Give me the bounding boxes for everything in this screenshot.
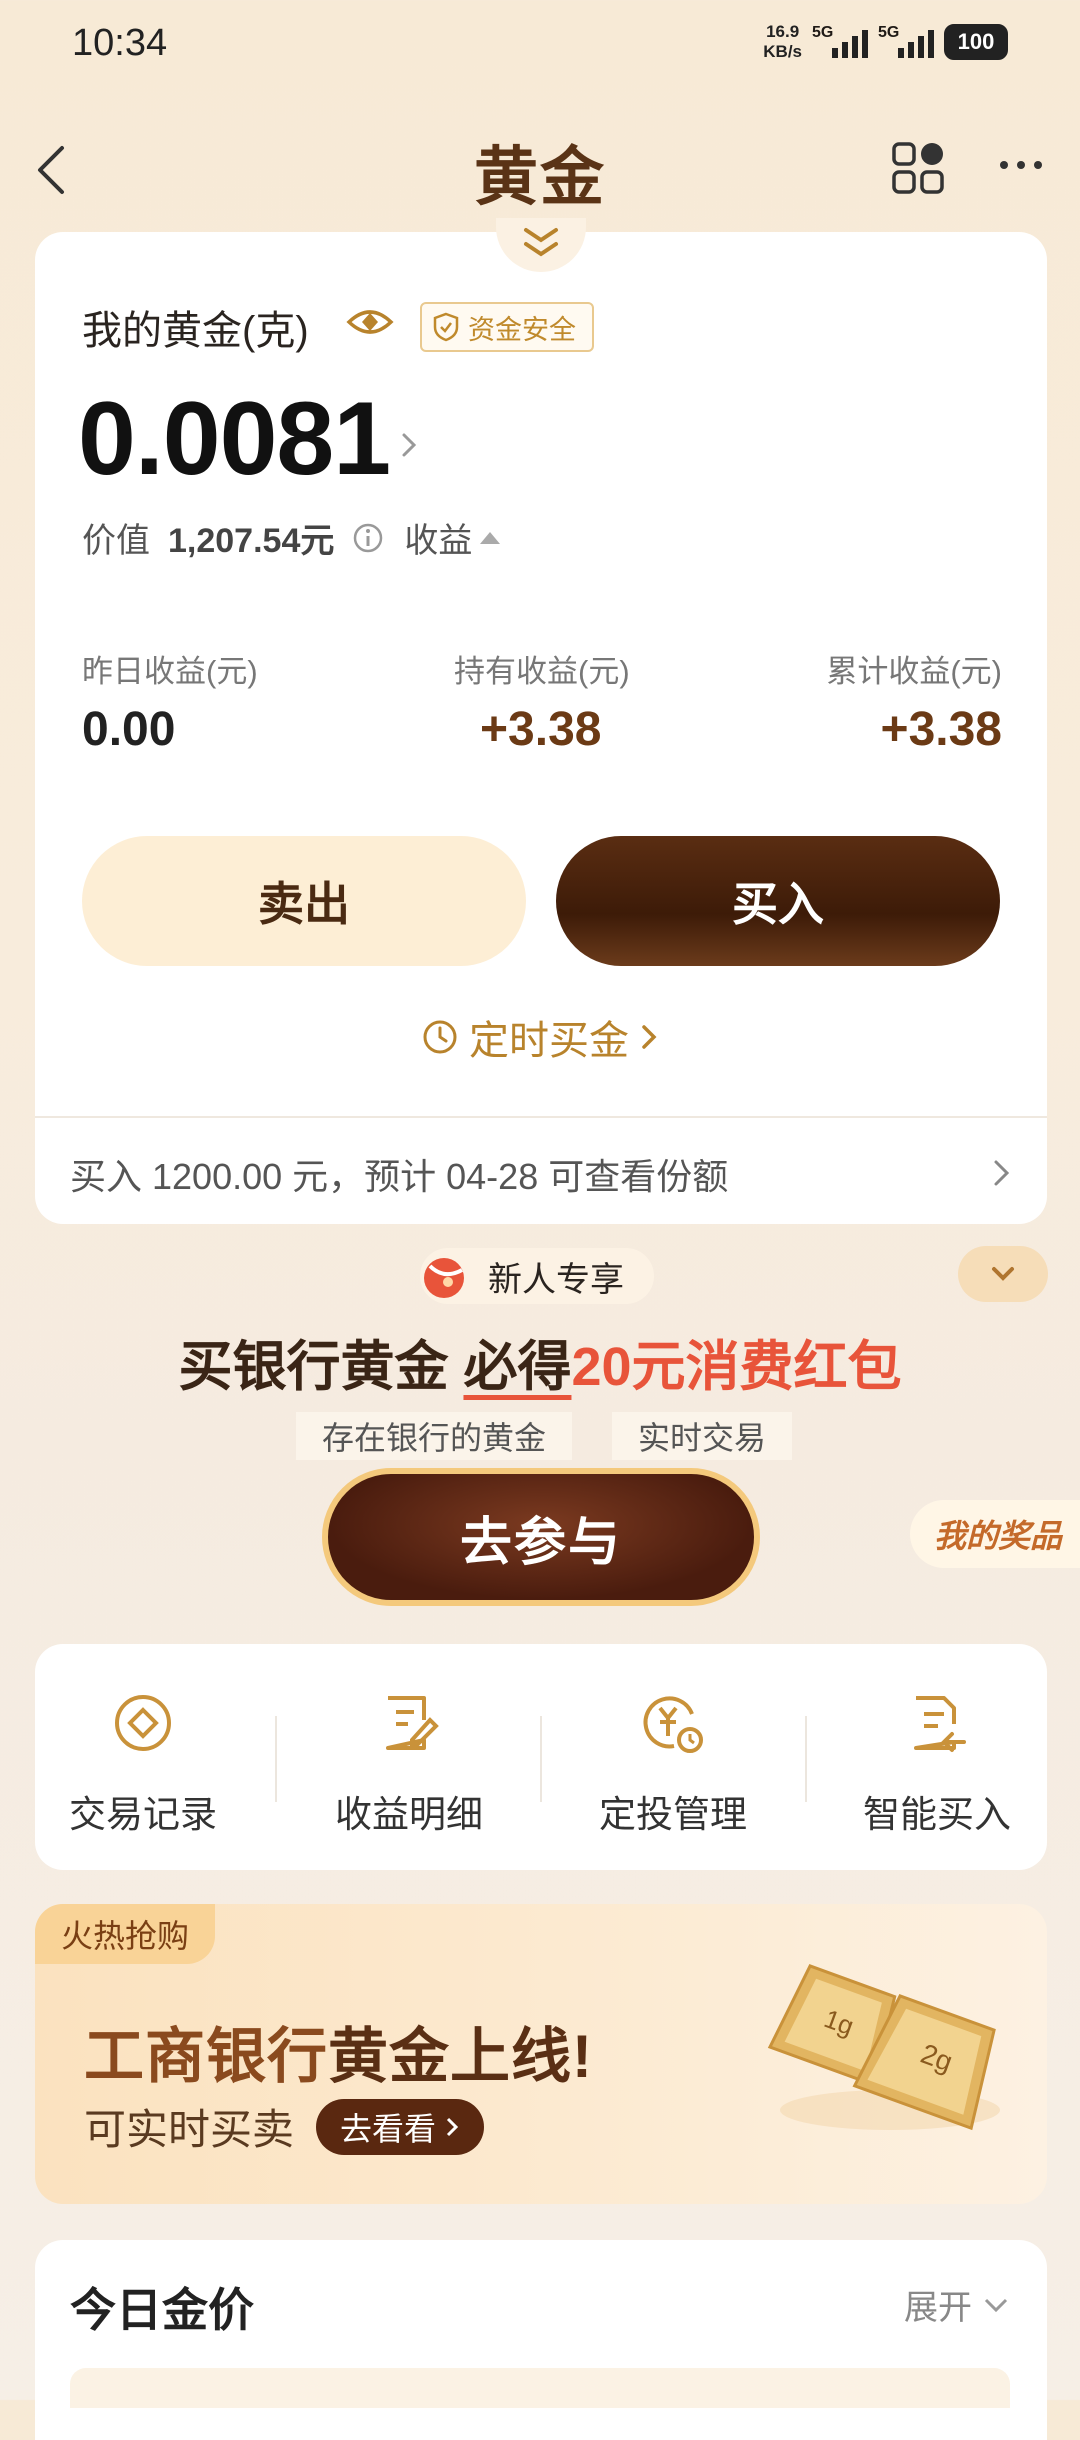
eye-icon[interactable] <box>346 302 394 342</box>
sell-button[interactable]: 卖出 <box>82 836 526 966</box>
timed-buy-link[interactable]: 定时买金 <box>0 1008 1080 1066</box>
expand-label: 展开 <box>904 2289 972 2327</box>
net-speed-value: 16.9 <box>766 22 800 41</box>
quick-action-label: 交易记录 <box>69 1794 217 1835</box>
join-button[interactable]: 去参与 <box>322 1468 760 1606</box>
promo-collapse-button[interactable] <box>958 1246 1048 1302</box>
quick-action-smart-buy[interactable]: 智能买入 <box>822 1690 1052 1838</box>
earnings-toggle[interactable]: 收益 <box>404 513 472 562</box>
banner-subtitle-row: 可实时买卖 去看看 <box>84 2096 485 2157</box>
chevron-right-icon <box>446 2117 459 2136</box>
total-earnings-label: 累计收益(元) <box>826 654 1002 689</box>
info-icon[interactable] <box>352 522 384 554</box>
timed-buy-label: 定时买金 <box>469 1019 629 1063</box>
chevron-right-icon <box>642 1025 657 1049</box>
total-earnings-value: +3.38 <box>880 703 1002 756</box>
banner-title-part1: 工商银行 <box>84 2023 328 2090</box>
promo-tag-bank-gold: 存在银行的黄金 <box>296 1412 573 1460</box>
yesterday-earnings-label: 昨日收益(元) <box>82 654 258 689</box>
quick-action-plan-management[interactable]: 定投管理 <box>558 1690 788 1838</box>
promo-headline-part2: 必得 <box>463 1337 572 1397</box>
fund-safety-badge[interactable]: 资金安全 <box>420 302 594 352</box>
hot-sale-tag: 火热抢购 <box>35 1904 216 1964</box>
more-icon[interactable] <box>996 150 1046 180</box>
promo-headline-part1: 买银行黄金 <box>178 1337 464 1397</box>
value-amount: 1,207.54元 <box>168 522 335 560</box>
sim1-label: 5G <box>812 24 834 41</box>
chevron-right-icon[interactable] <box>990 1152 1014 1194</box>
promo-headline-part3: 20元消费红包 <box>571 1337 902 1397</box>
shield-check-icon <box>433 312 459 342</box>
today-price-title: 今日金价 <box>70 2284 254 2336</box>
gold-bars-image: 1g 2g <box>767 1964 1000 2131</box>
collapse-toggle[interactable] <box>496 218 586 272</box>
holding-earnings-label: 持有收益(元) <box>454 654 630 689</box>
signal-icon-2: 5G <box>878 24 934 58</box>
pending-order-text[interactable]: 买入 1200.00 元，预计 04-28 可查看份额 <box>70 1148 728 1200</box>
net-speed-unit: KB/s <box>763 42 802 61</box>
document-return-icon <box>914 1696 966 1752</box>
banner-title-part2: 黄金上线! <box>328 2023 593 2090</box>
price-row-peek <box>70 2368 1010 2408</box>
quick-action-transaction-records[interactable]: 交易记录 <box>28 1690 258 1838</box>
card-divider <box>35 1116 1047 1118</box>
triangle-up-icon[interactable] <box>480 531 501 544</box>
expand-button[interactable]: 展开 <box>904 2280 1010 2329</box>
battery-icon: 100 <box>944 24 1008 60</box>
chevron-down-icon <box>992 1267 1014 1281</box>
value-label: 价值 <box>82 522 150 560</box>
chevron-down-icon <box>984 2298 1008 2312</box>
network-speed: 16.9 KB/s <box>763 22 802 62</box>
fund-safety-label: 资金安全 <box>468 314 576 345</box>
signal-icon-1: 5G <box>812 24 868 58</box>
red-envelope-icon <box>424 1258 464 1298</box>
separator <box>805 1716 807 1802</box>
yesterday-earnings-value: 0.00 <box>82 703 176 756</box>
promo-tag-realtime: 实时交易 <box>612 1412 793 1460</box>
separator <box>540 1716 542 1802</box>
banner-title: 工商银行黄金上线! <box>84 2008 593 2095</box>
buy-button[interactable]: 买入 <box>556 836 1000 966</box>
quick-action-label: 定投管理 <box>599 1794 747 1835</box>
my-prizes-button[interactable]: 我的奖品 <box>910 1500 1080 1568</box>
holding-earnings-value: +3.38 <box>480 703 602 756</box>
separator <box>275 1716 277 1802</box>
quick-action-label: 智能买入 <box>863 1794 1011 1835</box>
yuan-clock-icon <box>643 1696 703 1753</box>
banner-go-button[interactable]: 去看看 <box>316 2098 485 2155</box>
banner-subtitle: 可实时买卖 <box>84 2106 295 2153</box>
holdings-label: 我的黄金(克) <box>82 309 309 353</box>
gold-amount[interactable]: 0.0081 <box>78 380 391 499</box>
chevron-right-icon[interactable] <box>398 425 422 465</box>
sim2-label: 5G <box>878 24 900 41</box>
quick-action-earnings-detail[interactable]: 收益明细 <box>294 1690 524 1838</box>
apps-grid-icon[interactable] <box>890 140 946 196</box>
status-time: 10:34 <box>72 22 168 64</box>
edit-document-icon <box>386 1696 439 1750</box>
banner-go-label: 去看看 <box>340 2110 437 2147</box>
promo-headline: 买银行黄金 必得20元消费红包 <box>0 1322 1080 1401</box>
today-price-card <box>35 2240 1047 2440</box>
clock-icon <box>423 1020 457 1054</box>
status-icons: 16.9 KB/s 5G 5G 100 <box>763 22 1008 62</box>
value-row: 价值 1,207.54元 收益 <box>82 513 501 562</box>
quick-action-label: 收益明细 <box>335 1794 483 1835</box>
record-icon <box>115 1695 171 1751</box>
double-chevron-down-icon <box>524 228 558 257</box>
